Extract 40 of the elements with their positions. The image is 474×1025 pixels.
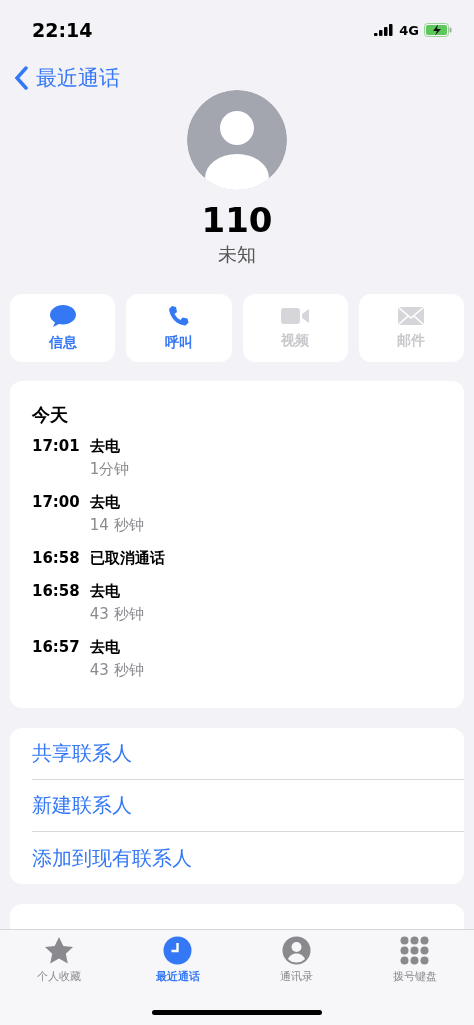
video-camera-icon	[280, 306, 311, 326]
call-time: 17:01	[32, 437, 80, 456]
envelope-icon	[397, 306, 426, 326]
call-type: 已取消通话	[89, 549, 166, 568]
message-button[interactable]: 信息	[10, 294, 116, 362]
person-circle-icon	[281, 936, 311, 965]
call-duration: 14 秒钟	[89, 516, 145, 535]
tab[interactable]: 最近通话	[118, 930, 237, 988]
status-time: 22:14	[32, 19, 93, 41]
back-button[interactable]: 最近通话	[14, 64, 120, 92]
phone-icon	[166, 304, 191, 328]
call-type: 去电	[89, 493, 121, 512]
network-label: 4G	[399, 22, 419, 38]
call-type: 去电	[89, 582, 121, 601]
chevron-left-icon	[14, 66, 28, 90]
contact-option[interactable]: 共享联系人	[32, 728, 464, 780]
contact-label: 未知	[218, 242, 256, 267]
call-button[interactable]: 呼叫	[126, 294, 232, 362]
speech-bubble-icon	[48, 304, 77, 328]
call-time: 16:58	[32, 582, 80, 601]
call-duration: 43 秒钟	[89, 661, 145, 680]
call-type: 去电	[89, 437, 121, 456]
star-icon	[44, 936, 75, 965]
call-duration: 43 秒钟	[89, 605, 145, 624]
tab[interactable]: 个人收藏	[0, 930, 119, 988]
call-time: 17:00	[32, 493, 80, 512]
contact-option[interactable]: 添加到现有联系人	[32, 832, 464, 884]
phone-number: 110	[201, 200, 273, 240]
call-time: 16:57	[32, 638, 80, 657]
tab[interactable]: 通讯录	[237, 930, 356, 988]
tab[interactable]: 拨号键盘	[355, 930, 474, 988]
keypad-icon	[400, 936, 430, 965]
signal-icon	[374, 24, 395, 36]
clock-icon	[163, 936, 193, 965]
call-duration: 1分钟	[89, 460, 131, 479]
battery-charging-icon	[424, 23, 452, 37]
contact-option[interactable]: 新建联系人	[32, 780, 464, 832]
call-type: 去电	[89, 638, 121, 657]
date-heading: 今天	[32, 403, 69, 427]
call-time: 16:58	[32, 549, 80, 568]
